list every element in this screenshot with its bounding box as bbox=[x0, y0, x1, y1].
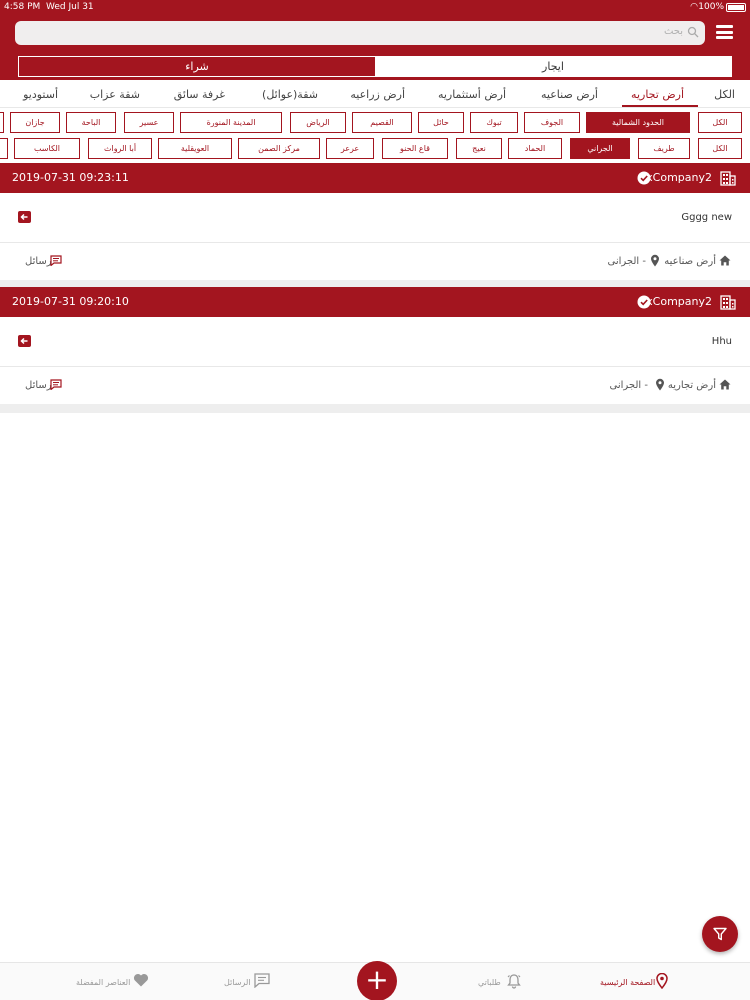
message-icon[interactable] bbox=[50, 379, 62, 390]
nav-my-requests[interactable]: طلباتي bbox=[478, 973, 524, 993]
listing-body: Hhu bbox=[0, 317, 750, 367]
nav-messages-label: الرسائل bbox=[224, 978, 251, 987]
listing-messages-link[interactable]: رسائل bbox=[25, 380, 52, 391]
tab-singles-apartment[interactable]: شقة عزاب bbox=[90, 88, 140, 101]
search-icon bbox=[687, 26, 699, 38]
tab-agricultural-land[interactable]: أرض زراعيه bbox=[350, 88, 405, 101]
filter-button[interactable] bbox=[702, 916, 738, 952]
region-chip-tabuk[interactable]: تبوك bbox=[470, 112, 518, 133]
search-placeholder: بحث bbox=[663, 26, 683, 37]
location-pin-icon bbox=[656, 973, 668, 989]
battery-percent: 100% bbox=[698, 2, 724, 12]
listing-body: Gggg new bbox=[0, 193, 750, 243]
location-pin-icon bbox=[656, 378, 664, 391]
city-chip-overflow[interactable] bbox=[0, 138, 8, 159]
nav-messages[interactable]: الرسائل bbox=[224, 973, 274, 993]
listing-footer: رسائل الجرانى - أرض تجاريه bbox=[0, 367, 750, 404]
active-tab-indicator bbox=[622, 105, 698, 107]
buy-rent-segmented-control: شراء ايجار bbox=[18, 56, 732, 77]
city-chip-aba-alrawath[interactable]: أبا الرواث bbox=[88, 138, 152, 159]
search-input[interactable]: بحث bbox=[15, 21, 705, 45]
tab-family-apartment[interactable]: شقة(عوائل) bbox=[262, 88, 318, 101]
add-listing-button[interactable]: + bbox=[357, 961, 397, 1000]
city-chip-arar[interactable]: عرعر bbox=[326, 138, 374, 159]
nav-favorites[interactable]: العناصر المفضلة bbox=[76, 973, 150, 993]
listing-datetime: 2019-07-31 09:20:10 bbox=[12, 295, 129, 308]
region-chips: الكل الحدود الشمالية الجوف تبوك حائل الق… bbox=[0, 112, 750, 134]
category-tabs: الكل أرض تجاريه أرض صناعيه أرض أستثماريه… bbox=[0, 82, 750, 108]
tab-commercial-land[interactable]: أرض تجاريه bbox=[631, 88, 684, 101]
app-header: 4:58 PM Wed Jul 31 ◠ 100% بحث شراء ايجار bbox=[0, 0, 750, 80]
region-chip-jazan[interactable]: جازان bbox=[10, 112, 60, 133]
battery-icon bbox=[726, 3, 746, 12]
listing-company[interactable]: xCompany2 bbox=[646, 171, 712, 184]
listing-location: الجرانى - bbox=[609, 380, 649, 391]
region-chip-riyadh[interactable]: الرياض bbox=[290, 112, 346, 133]
verified-badge-icon bbox=[637, 171, 651, 185]
home-icon bbox=[719, 255, 731, 266]
region-chip-jouf[interactable]: الجوف bbox=[524, 112, 580, 133]
region-chip-hail[interactable]: حائل bbox=[418, 112, 464, 133]
segment-rent[interactable]: ايجار bbox=[375, 57, 731, 76]
listing-datetime: 2019-07-31 09:23:11 bbox=[12, 171, 129, 184]
segment-buy[interactable]: شراء bbox=[19, 57, 375, 76]
listing-separator bbox=[0, 404, 750, 413]
building-icon bbox=[720, 295, 736, 310]
wifi-icon: ◠ bbox=[690, 2, 698, 12]
region-chip-qassim[interactable]: القصيم bbox=[352, 112, 412, 133]
region-chip-baha[interactable]: الباحة bbox=[66, 112, 116, 133]
listing-title: Hhu bbox=[711, 336, 732, 347]
listing-type: أرض تجاريه bbox=[667, 380, 716, 391]
tab-investment-land[interactable]: أرض أستثماريه bbox=[438, 88, 506, 101]
listing-location: الجرانى - bbox=[607, 256, 647, 267]
filter-icon bbox=[713, 927, 727, 941]
status-time: 4:58 PM Wed Jul 31 bbox=[4, 2, 94, 12]
region-chip-northern-borders[interactable]: الحدود الشمالية bbox=[586, 112, 690, 133]
tab-studio[interactable]: أستوديو bbox=[23, 88, 58, 101]
city-chip-kasib[interactable]: الكاسب bbox=[14, 138, 80, 159]
listing-header: 2019-07-31 09:20:10 xCompany2 bbox=[0, 287, 750, 317]
verified-badge-icon bbox=[637, 295, 651, 309]
building-icon bbox=[720, 171, 736, 186]
city-chip-naij[interactable]: نعيج bbox=[456, 138, 502, 159]
bell-icon bbox=[507, 974, 521, 989]
listing-footer: رسائل الجرانى - أرض صناعيه bbox=[0, 243, 750, 280]
home-icon bbox=[719, 379, 731, 390]
city-chips: الكل طريف الجراني الحماد نعيج قاع الحنو … bbox=[0, 138, 750, 160]
tab-industrial-land[interactable]: أرض صناعيه bbox=[541, 88, 598, 101]
region-chip-madinah[interactable]: المدينة المنورة bbox=[180, 112, 282, 133]
share-arrow-icon[interactable] bbox=[18, 335, 31, 347]
city-chip-turaif[interactable]: طريف bbox=[638, 138, 690, 159]
region-chip-asir[interactable]: عسير bbox=[124, 112, 174, 133]
tab-all[interactable]: الكل bbox=[714, 88, 735, 101]
nav-favorites-label: العناصر المفضلة bbox=[76, 978, 131, 987]
listing-company[interactable]: xCompany2 bbox=[646, 295, 712, 308]
city-chip-all[interactable]: الكل bbox=[698, 138, 742, 159]
location-pin-icon bbox=[651, 254, 659, 267]
share-arrow-icon[interactable] bbox=[18, 211, 31, 223]
hamburger-menu-icon[interactable] bbox=[716, 25, 733, 39]
listing-title: Gggg new bbox=[681, 212, 732, 223]
tab-driver-room[interactable]: غرفة سائق bbox=[174, 88, 225, 101]
nav-home[interactable]: الصفحة الرئيسية bbox=[598, 973, 670, 993]
heart-icon bbox=[133, 973, 149, 987]
message-icon[interactable] bbox=[50, 255, 62, 266]
city-chip-markaz-alsumman[interactable]: مركز الصمن bbox=[238, 138, 320, 159]
city-chip-qa-alhanw[interactable]: قاع الحنو bbox=[382, 138, 448, 159]
city-chip-hammad[interactable]: الحماد bbox=[508, 138, 562, 159]
city-chip-uwayqilah[interactable]: العويقلية bbox=[158, 138, 232, 159]
region-chip-overflow[interactable] bbox=[0, 112, 4, 133]
status-bar: 4:58 PM Wed Jul 31 ◠ 100% bbox=[0, 0, 750, 14]
city-chip-jarani[interactable]: الجراني bbox=[570, 138, 630, 159]
listing-messages-link[interactable]: رسائل bbox=[25, 256, 52, 267]
chat-icon bbox=[254, 973, 270, 988]
nav-my-requests-label: طلباتي bbox=[478, 978, 501, 987]
listing-header: 2019-07-31 09:23:11 xCompany2 bbox=[0, 163, 750, 193]
region-chip-all[interactable]: الكل bbox=[698, 112, 742, 133]
listing-type: أرض صناعيه bbox=[664, 256, 716, 267]
nav-home-label: الصفحة الرئيسية bbox=[600, 978, 656, 987]
